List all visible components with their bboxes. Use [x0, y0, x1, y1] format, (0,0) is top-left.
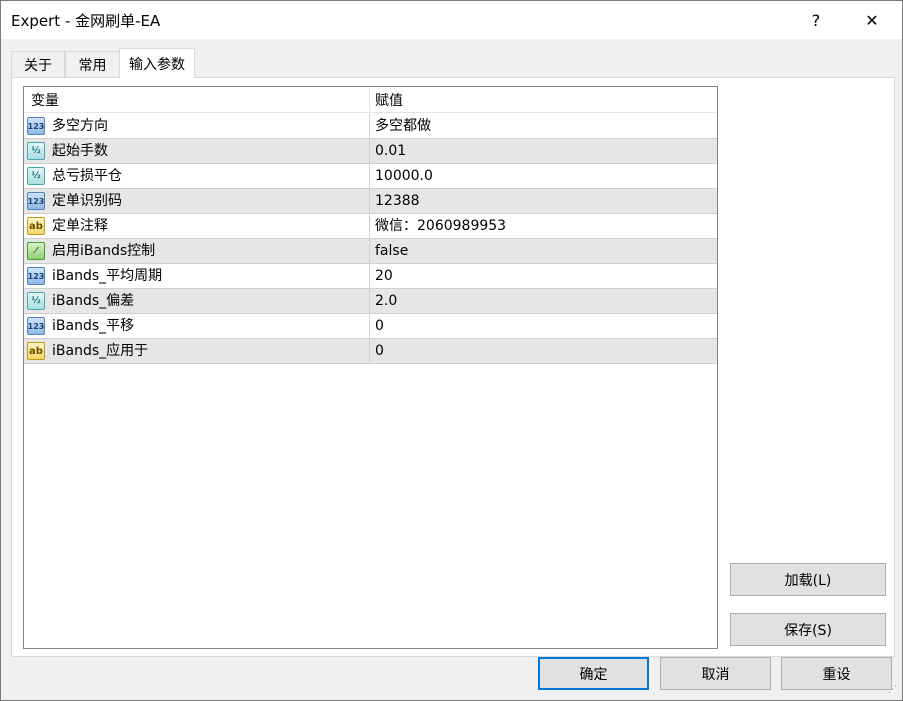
variable-cell[interactable]: ab iBands_应用于 — [24, 339, 370, 364]
tab-label: 关于 — [24, 57, 52, 74]
variable-name: 多空方向 — [52, 118, 108, 134]
close-icon: ✕ — [865, 10, 879, 30]
tab-about[interactable]: 关于 — [11, 51, 65, 77]
value-cell[interactable]: 10000.0 — [370, 164, 717, 189]
help-icon: ? — [811, 10, 821, 30]
title-bar: Expert - 金网刷单-EA ? ✕ — [1, 1, 902, 39]
ok-button[interactable]: 确定 — [538, 657, 649, 690]
variable-cell[interactable]: 123 定单识别码 — [24, 189, 370, 214]
variable-cell[interactable]: ½ 总亏损平仓 — [24, 164, 370, 189]
table-row[interactable]: ab 定单注释 微信：2060989953 — [24, 214, 717, 239]
table-row[interactable]: ½ 总亏损平仓 10000.0 — [24, 164, 717, 189]
column-header-label: 赋值 — [375, 92, 403, 109]
variable-name: 定单识别码 — [52, 193, 122, 209]
int-type-icon: 123 — [27, 117, 45, 135]
load-button[interactable]: 加载(L) — [730, 563, 886, 596]
table-row[interactable]: ½ iBands_偏差 2.0 — [24, 289, 717, 314]
value-cell[interactable]: 0 — [370, 339, 717, 364]
expert-dialog: Expert - 金网刷单-EA ? ✕ 关于 常用 输入参数 变量 赋值 12… — [0, 0, 903, 701]
value-cell[interactable]: false — [370, 239, 717, 264]
value-cell[interactable]: 多空都做 — [370, 114, 717, 139]
double-type-icon: ½ — [27, 142, 45, 160]
string-type-icon: ab — [27, 217, 45, 235]
window-title: Expert - 金网刷单-EA — [11, 12, 161, 30]
value-cell[interactable]: 20 — [370, 264, 717, 289]
value-cell[interactable]: 12388 — [370, 189, 717, 214]
value-cell[interactable]: 0.01 — [370, 139, 717, 164]
save-button[interactable]: 保存(S) — [730, 613, 886, 646]
close-button[interactable]: ✕ — [849, 1, 895, 39]
tab-common[interactable]: 常用 — [65, 51, 120, 77]
variable-name: 总亏损平仓 — [52, 168, 122, 184]
variable-cell[interactable]: 123 iBands_平移 — [24, 314, 370, 339]
help-button[interactable]: ? — [793, 1, 839, 39]
value-cell[interactable]: 微信：2060989953 — [370, 214, 717, 239]
bool-type-icon: ⟋ — [27, 242, 45, 260]
variable-cell[interactable]: ab 定单注释 — [24, 214, 370, 239]
variable-name: 定单注释 — [52, 218, 108, 234]
variable-name: iBands_偏差 — [52, 293, 135, 309]
int-type-icon: 123 — [27, 267, 45, 285]
table-row[interactable]: ⟋ 启用iBands控制 false — [24, 239, 717, 264]
table-row[interactable]: ab iBands_应用于 0 — [24, 339, 717, 364]
value-cell[interactable]: 2.0 — [370, 289, 717, 314]
table-row[interactable]: 123 定单识别码 12388 — [24, 189, 717, 214]
column-header-value[interactable]: 赋值 — [370, 87, 717, 113]
variable-cell[interactable]: ⟋ 启用iBands控制 — [24, 239, 370, 264]
variable-name: 起始手数 — [52, 143, 108, 159]
cancel-button[interactable]: 取消 — [660, 657, 771, 690]
int-type-icon: 123 — [27, 192, 45, 210]
column-header-variable[interactable]: 变量 — [24, 87, 370, 113]
variable-cell[interactable]: 123 多空方向 — [24, 114, 370, 139]
double-type-icon: ½ — [27, 167, 45, 185]
parameters-grid: 变量 赋值 123 多空方向 多空都做 ½ 起始手数 0.01 ½ 总亏损平仓 10000.0 1… — [23, 86, 718, 649]
table-row[interactable]: 123 多空方向 多空都做 — [24, 114, 717, 139]
variable-name: iBands_平移 — [52, 318, 135, 334]
variable-cell[interactable]: ½ iBands_偏差 — [24, 289, 370, 314]
table-row[interactable]: 123 iBands_平移 0 — [24, 314, 717, 339]
table-row[interactable]: 123 iBands_平均周期 20 — [24, 264, 717, 289]
tab-label: 常用 — [78, 57, 107, 74]
int-type-icon: 123 — [27, 317, 45, 335]
tab-label: 输入参数 — [129, 56, 185, 73]
resize-grip-icon[interactable]: ⋰ — [888, 686, 900, 699]
value-cell[interactable]: 0 — [370, 314, 717, 339]
reset-button[interactable]: 重设 — [781, 657, 892, 690]
string-type-icon: ab — [27, 342, 45, 360]
table-row[interactable]: ½ 起始手数 0.01 — [24, 139, 717, 164]
variable-name: iBands_平均周期 — [52, 268, 163, 284]
variable-cell[interactable]: 123 iBands_平均周期 — [24, 264, 370, 289]
variable-cell[interactable]: ½ 起始手数 — [24, 139, 370, 164]
tab-input-parameters[interactable]: 输入参数 — [119, 48, 195, 78]
column-header-label: 变量 — [31, 92, 59, 109]
variable-name: iBands_应用于 — [52, 343, 149, 359]
variable-name: 启用iBands控制 — [52, 243, 156, 259]
double-type-icon: ½ — [27, 292, 45, 310]
